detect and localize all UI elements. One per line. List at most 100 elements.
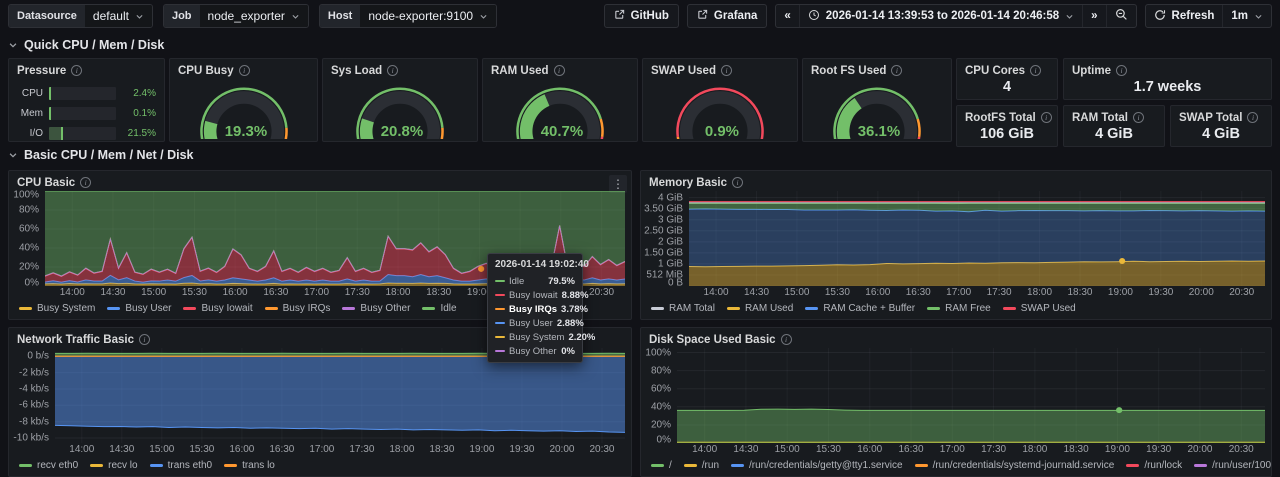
x-axis: 14:0014:3015:0015:3016:0016:3017:0017:30… — [689, 286, 1265, 300]
legend-item-busy-system[interactable]: Busy System — [19, 303, 95, 314]
panel-disk-space-used-basic: Disk Space Used Basici100%80%60%40%20%0%… — [640, 327, 1272, 477]
legend-label: Busy IRQs — [283, 303, 331, 314]
legend-item-busy-irqs[interactable]: Busy IRQs — [265, 303, 331, 314]
section-title: Basic CPU / Mem / Net / Disk — [24, 148, 194, 162]
info-icon[interactable]: i — [387, 65, 398, 76]
variable-dropdown-host[interactable]: Hostnode-exporter:9100 — [319, 4, 497, 28]
section-quick-cpu-mem-disk[interactable]: Quick CPU / Mem / Disk — [8, 34, 1272, 56]
variable-dropdown-datasource[interactable]: Datasourcedefault — [8, 4, 153, 28]
time-range-picker[interactable]: 2026-01-14 13:39:53 to 2026-01-14 20:46:… — [799, 5, 1082, 27]
legend-label: / — [669, 460, 672, 471]
tooltip-series-marker — [495, 322, 505, 325]
chart-tooltip: 2026-01-14 19:02:40 Idle79.5%Busy Iowait… — [487, 253, 583, 363]
chevron-down-icon — [1065, 12, 1074, 21]
legend-item-run-lock[interactable]: /run/lock — [1126, 460, 1182, 471]
legend-item-swap-used[interactable]: SWAP Used — [1003, 303, 1076, 314]
variable-dropdown-job[interactable]: Jobnode_exporter — [163, 4, 309, 28]
legend-marker — [265, 307, 278, 310]
zoom-out-button[interactable] — [1106, 5, 1136, 27]
legend-item-run-user-1000[interactable]: /run/user/1000 — [1194, 460, 1271, 471]
legend-label: RAM Free — [945, 303, 991, 314]
pressure-value: 21.5% — [122, 128, 156, 139]
x-tick-label: 19:30 — [1146, 444, 1171, 455]
info-icon[interactable]: i — [80, 177, 91, 188]
legend-item-busy-iowait[interactable]: Busy Iowait — [183, 303, 252, 314]
quick-row: Pressure i CPU2.4%Mem0.1%I/O21.5% CPU Bu… — [8, 58, 1272, 142]
refresh-interval-dropdown[interactable]: 1m — [1222, 5, 1271, 27]
legend-item-trans-eth0[interactable]: trans eth0 — [150, 460, 212, 471]
x-tick-label: 18:30 — [1064, 444, 1089, 455]
y-tick-label: 0 B — [668, 277, 683, 288]
info-icon[interactable]: i — [721, 65, 732, 76]
chevron-down-icon — [135, 12, 144, 21]
info-icon[interactable]: i — [1030, 65, 1041, 76]
plot-area — [677, 348, 1265, 443]
legend-label: Busy User — [125, 303, 171, 314]
info-icon[interactable]: i — [891, 65, 902, 76]
y-axis: 100%80%60%40%20%0% — [641, 348, 677, 443]
legend-item-busy-user[interactable]: Busy User — [107, 303, 171, 314]
chart-body: 100%80%60%40%20%0% — [641, 348, 1271, 443]
github-link-button[interactable]: GitHub — [604, 4, 679, 28]
y-tick-label: 80% — [19, 205, 39, 216]
panel-cpu-cores: CPU Coresi4 — [956, 58, 1058, 100]
info-icon[interactable]: i — [239, 65, 250, 76]
legend-marker — [651, 464, 664, 467]
x-tick-label: 17:30 — [987, 287, 1012, 298]
pressure-bar — [49, 87, 116, 100]
legend-item-trans-lo[interactable]: trans lo — [224, 460, 275, 471]
pressure-bar-fill — [49, 107, 51, 120]
legend-item-recv-lo[interactable]: recv lo — [90, 460, 137, 471]
pressure-label: CPU — [17, 88, 43, 99]
time-shift-forward-button[interactable]: » — [1082, 5, 1105, 27]
info-icon[interactable]: i — [554, 65, 565, 76]
legend-item-run[interactable]: /run — [684, 460, 719, 471]
legend-item-[interactable]: / — [651, 460, 672, 471]
legend-marker — [342, 307, 355, 310]
x-tick-label: 18:30 — [1067, 287, 1092, 298]
info-icon[interactable]: i — [1247, 112, 1258, 123]
legend-item-ram-total[interactable]: RAM Total — [651, 303, 715, 314]
legend-item-busy-other[interactable]: Busy Other — [342, 303, 410, 314]
refresh-button[interactable]: Refresh — [1146, 5, 1223, 27]
info-icon[interactable]: i — [732, 177, 743, 188]
panel-header: Disk Space Used Basici — [641, 328, 1271, 348]
magnifier-minus-icon — [1115, 8, 1128, 24]
y-tick-label: 60% — [19, 224, 39, 235]
x-tick-label: 14:00 — [60, 287, 85, 298]
panel-pressure: Pressure i CPU2.4%Mem0.1%I/O21.5% — [8, 58, 165, 142]
legend-item-ram-cache-buffer[interactable]: RAM Cache + Buffer — [805, 303, 915, 314]
time-shift-back-button[interactable]: « — [776, 5, 798, 27]
x-tick-label: 16:00 — [223, 287, 248, 298]
info-icon[interactable]: i — [1133, 112, 1144, 123]
x-tick-label: 18:00 — [385, 287, 410, 298]
tooltip-series-label: Busy Other — [509, 346, 557, 357]
info-icon[interactable]: i — [781, 334, 792, 345]
x-tick-label: 17:00 — [304, 287, 329, 298]
x-tick-label: 19:00 — [469, 444, 494, 455]
grafana-link-button[interactable]: Grafana — [687, 4, 767, 28]
legend-label: Busy System — [37, 303, 95, 314]
legend-item-run-credentials-getty-tty1-service[interactable]: /run/credentials/getty@tty1.service — [731, 460, 903, 471]
info-icon[interactable]: i — [1116, 65, 1127, 76]
legend: RAM Total RAM Used RAM Cache + Buffer RAM F… — [641, 300, 1271, 316]
variable-value: default — [85, 5, 152, 27]
tooltip-row-idle: Idle79.5% — [488, 274, 582, 288]
info-icon[interactable]: i — [1041, 112, 1052, 123]
section-basic-cpu-mem-net-disk[interactable]: Basic CPU / Mem / Net / Disk — [8, 144, 1272, 166]
panel-header: Root FS Usedi — [803, 59, 951, 79]
legend-item-ram-used[interactable]: RAM Used — [727, 303, 793, 314]
legend-marker — [19, 464, 32, 467]
y-tick-label: 4 GiB — [658, 192, 683, 203]
legend-item-idle[interactable]: Idle — [422, 303, 456, 314]
legend-item-recv-eth0[interactable]: recv eth0 — [19, 460, 78, 471]
legend-item-ram-free[interactable]: RAM Free — [927, 303, 991, 314]
tooltip-series-value: 2.88% — [557, 318, 584, 329]
x-axis: 14:0014:3015:0015:3016:0016:3017:0017:30… — [677, 443, 1265, 457]
info-icon[interactable]: i — [139, 334, 150, 345]
refresh-interval-value: 1m — [1231, 10, 1248, 22]
legend-item-run-credentials-systemd-journald-service[interactable]: /run/credentials/systemd-journald.servic… — [915, 460, 1115, 471]
info-icon[interactable]: i — [71, 65, 82, 76]
x-tick-label: 15:00 — [149, 444, 174, 455]
legend-marker — [150, 464, 163, 467]
